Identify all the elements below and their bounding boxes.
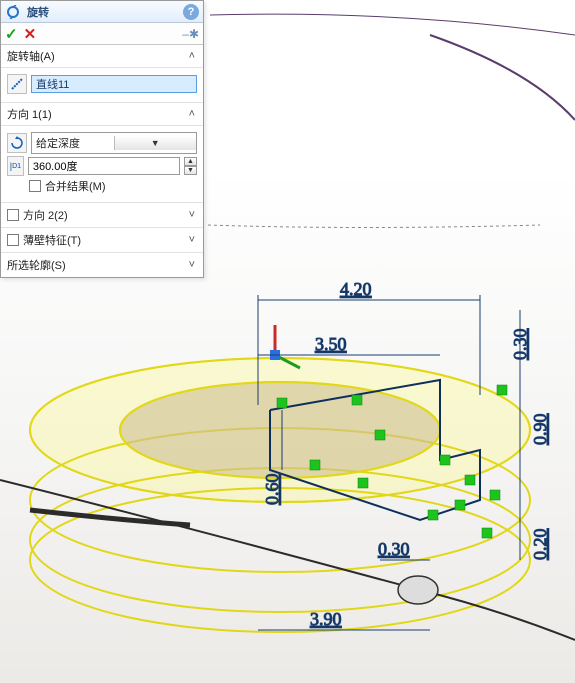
cancel-button[interactable]: ✕ — [24, 25, 37, 43]
section-dir2-label: 方向 2(2) — [23, 207, 183, 223]
axis-line-icon — [7, 74, 27, 94]
dimension-d6[interactable]: 0.30 — [510, 329, 530, 361]
angle-spinner[interactable]: ▲▼ — [184, 157, 197, 175]
end-condition-combo[interactable]: 给定深度 ▼ — [31, 132, 197, 154]
section-axis-label: 旋转轴(A) — [7, 48, 187, 64]
merge-result-checkbox[interactable] — [29, 180, 41, 192]
section-thin-label: 薄壁特征(T) — [23, 232, 183, 248]
dimension-d5[interactable]: 3.90 — [310, 609, 342, 629]
thin-enable-checkbox[interactable] — [7, 234, 19, 246]
section-axis-body — [1, 68, 203, 103]
dir2-enable-checkbox[interactable] — [7, 209, 19, 221]
reverse-direction-icon[interactable] — [7, 133, 27, 153]
dimension-d2[interactable]: 3.50 — [315, 334, 347, 354]
axis-selection-input[interactable] — [31, 75, 197, 93]
section-dir1-label: 方向 1(1) — [7, 106, 187, 122]
confirm-row: ✓ ✕ –✱ — [1, 23, 203, 45]
end-condition-value: 给定深度 — [32, 133, 114, 153]
chevron-down-icon: ˅ — [187, 259, 197, 271]
dimension-d8[interactable]: 0.20 — [530, 529, 550, 561]
angle-icon: |D1 — [7, 156, 24, 176]
section-contours-header[interactable]: 所选轮廓(S) ˅ — [1, 253, 203, 277]
chevron-up-icon: ˄ — [187, 108, 197, 120]
chevron-down-icon: ˅ — [187, 209, 197, 221]
section-contours-label: 所选轮廓(S) — [7, 257, 183, 273]
dimension-d4[interactable]: 0.30 — [378, 539, 410, 559]
dimension-d7[interactable]: 0.90 — [530, 414, 550, 446]
section-thin-header[interactable]: 薄壁特征(T) ˅ — [1, 228, 203, 253]
property-panel: 旋转 ? ✓ ✕ –✱ 旋转轴(A) ˄ 方向 1(1) ˄ 给定深度 ▼ — [0, 0, 204, 278]
angle-input[interactable] — [28, 157, 180, 175]
revolve-feature-icon — [5, 4, 21, 20]
chevron-down-icon: ˅ — [187, 234, 197, 246]
ok-button[interactable]: ✓ — [5, 25, 18, 43]
panel-header: 旋转 ? — [1, 1, 203, 23]
panel-title: 旋转 — [25, 4, 183, 20]
section-dir2-header[interactable]: 方向 2(2) ˅ — [1, 203, 203, 228]
pin-icon[interactable]: –✱ — [182, 27, 199, 41]
section-dir1-header[interactable]: 方向 1(1) ˄ — [1, 103, 203, 126]
dimension-d3[interactable]: 0.60 — [262, 474, 282, 506]
help-icon[interactable]: ? — [183, 4, 199, 20]
merge-result-label: 合并结果(M) — [45, 178, 106, 194]
section-dir1-body: 给定深度 ▼ |D1 ▲▼ 合并结果(M) — [1, 126, 203, 203]
chevron-down-icon: ▼ — [114, 136, 197, 150]
chevron-up-icon: ˄ — [187, 50, 197, 62]
section-axis-header[interactable]: 旋转轴(A) ˄ — [1, 45, 203, 68]
dimension-d1[interactable]: 4.20 — [340, 279, 372, 299]
